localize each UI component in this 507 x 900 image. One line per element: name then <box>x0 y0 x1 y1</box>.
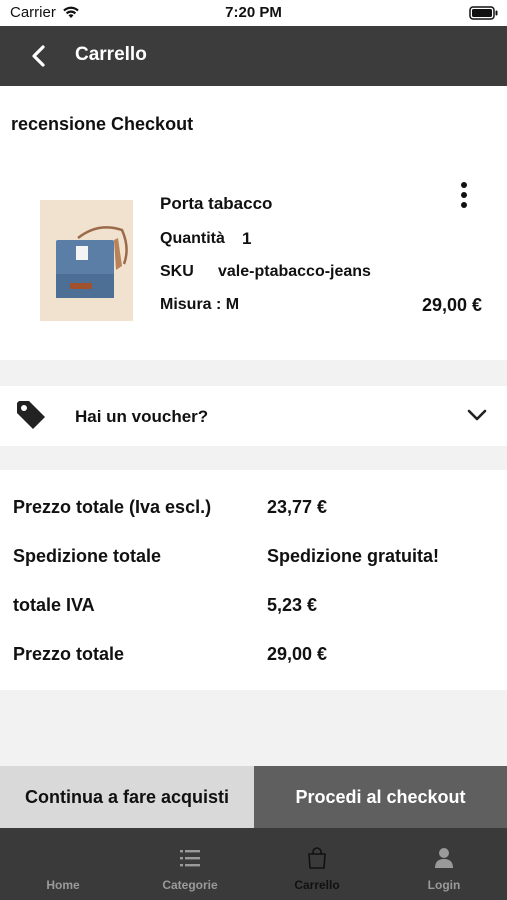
vat-row: totale IVA 5,23 € <box>0 595 507 625</box>
user-icon <box>435 848 453 868</box>
list-icon <box>180 850 200 867</box>
total-value: 23,77 € <box>267 497 328 517</box>
section-header: recensione Checkout <box>0 86 507 154</box>
voucher-row[interactable]: Hai un voucher? <box>0 386 507 446</box>
continue-shopping-button[interactable]: Continua a fare acquisti <box>0 766 254 828</box>
tab-categorie[interactable]: Categorie <box>127 828 253 900</box>
tag-icon <box>17 401 45 429</box>
battery-icon <box>469 6 498 20</box>
grand-total-value: 29,00 € <box>267 644 328 664</box>
product-name[interactable]: Porta tabacco <box>160 194 272 214</box>
sku-value: vale-ptabacco-jeans <box>218 263 371 280</box>
bag-icon <box>308 847 326 869</box>
grand-total-row: Prezzo totale 29,00 € <box>0 644 507 674</box>
back-chevron-icon[interactable] <box>28 44 50 68</box>
chevron-down-icon[interactable] <box>466 406 488 424</box>
tab-categorie-label: Categorie <box>162 878 218 892</box>
sku-label: SKU <box>160 263 194 280</box>
quantity-label: Quantità <box>160 230 225 247</box>
nav-bar: Carrello <box>0 26 507 86</box>
nav-title: Carrello <box>75 44 147 65</box>
cart-item: Porta tabacco Quantità 1 SKU vale-ptabac… <box>0 154 507 360</box>
vat-label: totale IVA <box>13 595 95 615</box>
section-title: recensione Checkout <box>11 114 194 134</box>
tab-bar: Home Categorie Carrello Login <box>0 828 507 900</box>
status-bar: Carrier 7:20 PM <box>0 0 507 26</box>
clock: 7:20 PM <box>225 4 282 21</box>
totals-summary: Prezzo totale (Iva escl.) 23,77 € Spediz… <box>0 470 507 690</box>
quantity-value: 1 <box>242 229 252 248</box>
tab-carrello-label: Carrello <box>294 878 340 892</box>
voucher-label: Hai un voucher? <box>75 407 209 426</box>
tobacco-pouch-image <box>40 200 133 321</box>
tab-login-label: Login <box>427 878 461 892</box>
grand-total-label: Prezzo totale <box>13 644 125 664</box>
tab-login[interactable]: Login <box>381 828 507 900</box>
shipping-value: Spedizione gratuita! <box>267 546 440 566</box>
more-vertical-icon[interactable] <box>455 180 473 210</box>
product-price: 29,00 € <box>421 295 482 315</box>
total-row: Prezzo totale (Iva escl.) 23,77 € <box>0 497 507 527</box>
checkout-button[interactable]: Procedi al checkout <box>254 766 507 828</box>
tab-home-label: Home <box>46 878 80 892</box>
shipping-label: Spedizione totale <box>13 546 162 566</box>
shipping-row: Spedizione totale Spedizione gratuita! <box>0 546 507 576</box>
vat-value: 5,23 € <box>267 595 318 615</box>
total-label: Prezzo totale (Iva escl.) <box>13 497 212 517</box>
tab-home[interactable]: Home <box>0 828 126 900</box>
product-image[interactable] <box>40 200 133 321</box>
tab-carrello[interactable]: Carrello <box>254 828 380 900</box>
size-value: Misura : M <box>160 296 240 313</box>
